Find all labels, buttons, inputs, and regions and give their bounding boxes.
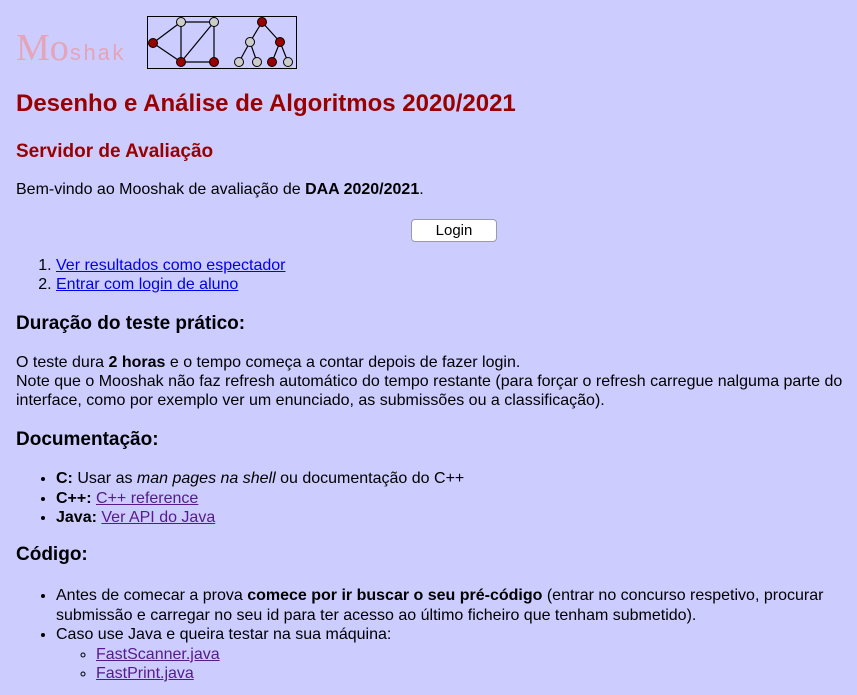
- list-item: Ver resultados como espectador: [56, 256, 285, 275]
- code-item2: Caso use Java e queira testar na sua máq…: [56, 626, 392, 643]
- refresh-note: Note que o Mooshak não faz refresh autom…: [16, 373, 843, 409]
- duration-heading: Duração do teste prático:: [16, 313, 246, 334]
- student-login-link[interactable]: Entrar com login de aluno: [56, 276, 238, 293]
- list-item: Antes de comecar a prova comece por ir b…: [56, 586, 856, 625]
- logo-brand-small: shak: [68, 42, 126, 67]
- duration-text: O teste dura 2 horas e o tempo começa a …: [16, 353, 846, 410]
- code-item1-bold: comece por ir buscar o seu pré-código: [247, 587, 543, 604]
- documentation-heading: Documentação:: [16, 429, 159, 450]
- c-text: Usar as: [72, 470, 137, 487]
- c-text-italic: man pages na shell: [136, 470, 276, 487]
- graph-logo-icon: [147, 16, 297, 69]
- c-label: C:: [56, 470, 73, 487]
- logo-brand-big: Mo: [16, 27, 69, 69]
- cpp-label: C++:: [56, 489, 92, 507]
- cpp-reference-link[interactable]: C++ reference: [96, 490, 198, 507]
- java-files-list: FastScanner.java FastPrint.java: [56, 645, 856, 684]
- list-item: C++: C++ reference: [56, 489, 856, 509]
- page-title: Desenho e Análise de Algoritmos 2020/202…: [16, 90, 516, 117]
- fastprint-link[interactable]: FastPrint.java: [96, 665, 194, 682]
- spectator-link[interactable]: Ver resultados como espectador: [56, 257, 285, 274]
- c-text-suffix: ou documentação do C++: [275, 470, 465, 487]
- welcome-contest: DAA 2020/2021: [305, 181, 420, 198]
- fastscanner-link[interactable]: FastScanner.java: [96, 646, 220, 663]
- documentation-list: C: Usar as man pages na shell ou documen…: [16, 469, 856, 528]
- list-item: FastScanner.java: [96, 645, 856, 665]
- duration-hours: 2 horas: [108, 354, 166, 371]
- list-item: Entrar com login de aluno: [56, 275, 285, 294]
- code-item1-prefix: Antes de comecar a prova: [56, 587, 248, 604]
- welcome-text: Bem-vindo ao Mooshak de avaliação de DAA…: [16, 181, 424, 199]
- java-label: Java:: [56, 509, 97, 526]
- java-api-link[interactable]: Ver API do Java: [101, 509, 215, 526]
- welcome-suffix: .: [419, 181, 424, 198]
- list-item: FastPrint.java: [96, 664, 856, 684]
- list-item: C: Usar as man pages na shell ou documen…: [56, 469, 856, 489]
- duration-suffix: e o tempo começa a contar depois de faze…: [165, 354, 521, 371]
- code-list: Antes de comecar a prova comece por ir b…: [16, 586, 856, 684]
- list-item: Caso use Java e queira testar na sua máq…: [56, 625, 856, 684]
- duration-prefix: O teste dura: [16, 354, 109, 371]
- list-item: Java: Ver API do Java: [56, 508, 856, 528]
- code-heading: Código:: [16, 544, 88, 565]
- page-subtitle: Servidor de Avaliação: [16, 141, 214, 162]
- access-links: Ver resultados como espectador Entrar co…: [16, 256, 285, 294]
- logo-wordmark: Moshak: [16, 26, 126, 70]
- welcome-prefix: Bem-vindo ao Mooshak de avaliação de: [16, 181, 306, 198]
- login-button[interactable]: Login: [411, 219, 497, 242]
